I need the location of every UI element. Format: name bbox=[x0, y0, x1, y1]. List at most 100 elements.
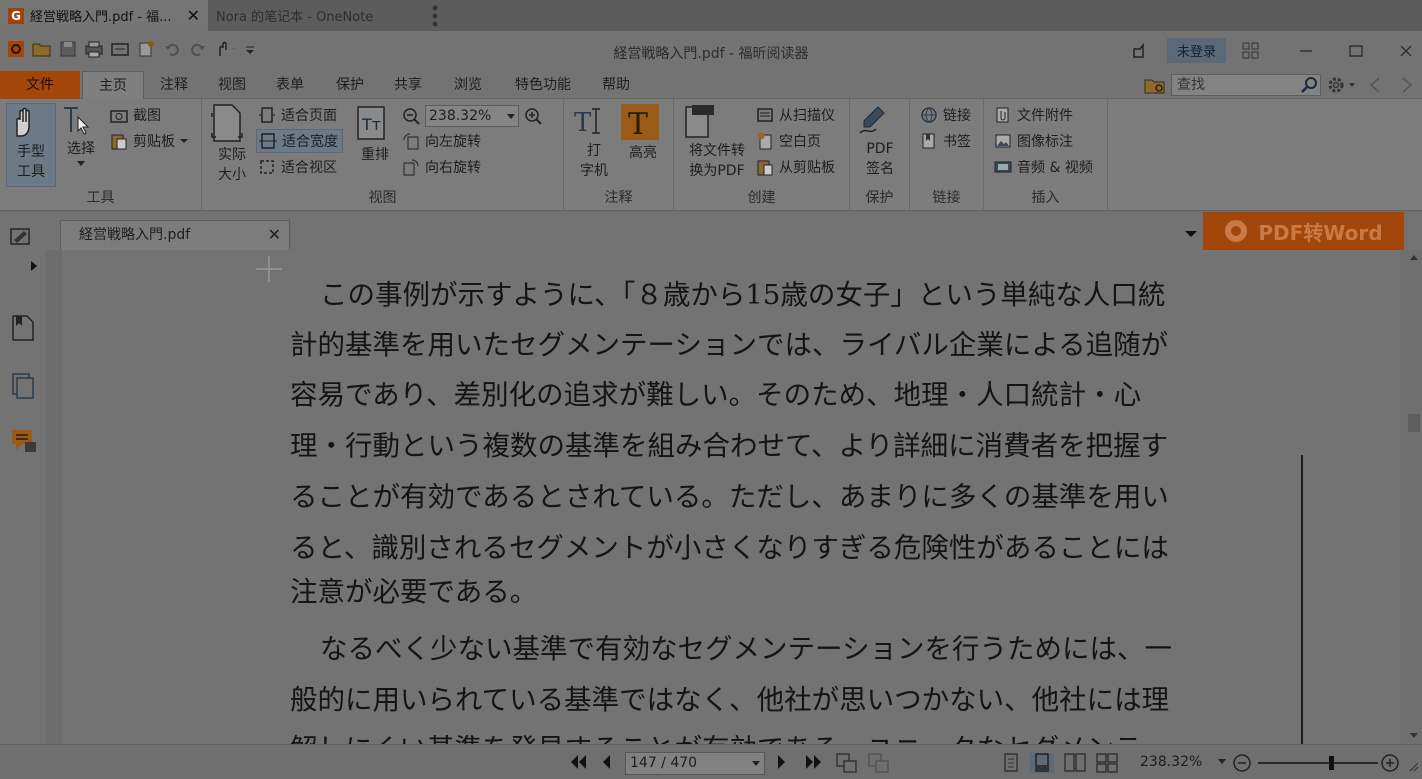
search-input[interactable]: 查找 bbox=[1171, 74, 1321, 96]
fit-width-button[interactable]: 适合宽度 bbox=[256, 129, 343, 153]
reflow-label: 重排 bbox=[361, 147, 389, 163]
rotate-left-label: 向左旋转 bbox=[425, 134, 481, 150]
zoom-slider[interactable] bbox=[1258, 756, 1378, 770]
document-viewport[interactable]: この事例が示すように、「８歳から15歳の女子」という単純な人口統 計的基準を用い… bbox=[62, 250, 1404, 744]
menu-form[interactable]: 表单 bbox=[266, 71, 314, 99]
blank-page-button[interactable]: 空白页 bbox=[756, 129, 821, 153]
file-attachment-button[interactable]: 文件附件 bbox=[994, 103, 1073, 127]
menu-home[interactable]: 主页 bbox=[82, 71, 144, 99]
menu-help[interactable]: 帮助 bbox=[592, 71, 640, 99]
screenshot-button[interactable]: 截图 bbox=[110, 103, 161, 127]
bookmark-button[interactable]: 书签 bbox=[920, 129, 971, 153]
search-icon[interactable] bbox=[1300, 76, 1318, 94]
bookmarks-panel-icon[interactable] bbox=[11, 314, 35, 342]
ribbon-group-view: 实际 大小 适合页面 适合宽度 适合视区 Tт 重排 238.32% 向左旋转 bbox=[202, 99, 564, 211]
ribbon-group-insert: 文件附件 图像标注 音频 & 视频 插入 bbox=[984, 99, 1108, 211]
zoom-in-icon[interactable] bbox=[524, 107, 542, 125]
continuous-view-icon[interactable] bbox=[1030, 753, 1054, 773]
single-page-view-icon[interactable] bbox=[1002, 753, 1020, 773]
zoom-slider-knob[interactable] bbox=[1329, 756, 1335, 770]
menu-browse[interactable]: 浏览 bbox=[444, 71, 492, 99]
more-vertical-icon[interactable] bbox=[420, 0, 450, 31]
menu-file[interactable]: 文件 bbox=[0, 71, 80, 99]
menu-view[interactable]: 视图 bbox=[208, 71, 256, 99]
typewriter-button[interactable]: T 打 字机 bbox=[572, 103, 616, 181]
reflow-button[interactable]: Tт 重排 bbox=[354, 103, 396, 165]
convert-to-pdf-button[interactable]: 将文件转 换为PDF bbox=[682, 103, 752, 181]
document-tab[interactable]: 経営戦略入門.pdf ✕ bbox=[60, 220, 290, 250]
prev-page-icon[interactable] bbox=[600, 753, 612, 771]
facing-view-icon[interactable] bbox=[1064, 753, 1086, 773]
fit-page-button[interactable]: 适合页面 bbox=[258, 103, 337, 127]
scrollbar-thumb[interactable] bbox=[1408, 414, 1420, 432]
scroll-up-icon[interactable] bbox=[1409, 253, 1419, 261]
scroll-down-icon[interactable] bbox=[1409, 732, 1419, 740]
chevron-down-icon[interactable] bbox=[1218, 759, 1226, 765]
from-clipboard-label: 从剪贴板 bbox=[779, 160, 835, 176]
pdf-sign-button[interactable]: PDF 签名 bbox=[856, 103, 904, 179]
audio-video-button[interactable]: 音频 & 视频 bbox=[994, 155, 1093, 179]
select-button[interactable]: 选择 bbox=[60, 103, 102, 169]
continuous-facing-view-icon[interactable] bbox=[1096, 753, 1118, 773]
close-icon[interactable]: ✕ bbox=[268, 221, 281, 249]
share-icon[interactable] bbox=[1131, 42, 1151, 60]
next-view-icon[interactable] bbox=[868, 753, 890, 773]
image-annotation-label: 图像标注 bbox=[1017, 134, 1073, 150]
os-tab-onenote[interactable]: Nora 的笔记本 - OneNote bbox=[208, 0, 420, 31]
menu-protect[interactable]: 保护 bbox=[326, 71, 374, 99]
tab-dropdown-icon[interactable] bbox=[1184, 230, 1198, 238]
zoom-level: 238.32% bbox=[1140, 754, 1203, 770]
zoom-select[interactable]: 238.32% bbox=[425, 105, 519, 127]
hand-tool-button[interactable]: 手型 工具 bbox=[6, 103, 56, 187]
menu-features[interactable]: 特色功能 bbox=[504, 71, 582, 99]
group-label-create: 创建 bbox=[747, 190, 776, 206]
from-clipboard-button[interactable]: 从剪贴板 bbox=[756, 155, 835, 179]
vertical-scrollbar[interactable] bbox=[1406, 250, 1422, 744]
pages-panel-icon[interactable] bbox=[11, 372, 35, 400]
fit-visible-button[interactable]: 适合视区 bbox=[258, 155, 337, 179]
next-page-icon[interactable] bbox=[776, 753, 788, 771]
comments-panel-icon[interactable] bbox=[11, 428, 37, 454]
os-tab-foxit[interactable]: G 経営戦略入門.pdf - 福... ✕ bbox=[0, 0, 208, 31]
page-rule-line bbox=[1301, 455, 1303, 744]
search-folder-icon[interactable] bbox=[1144, 74, 1166, 96]
zoom-out-icon[interactable] bbox=[1232, 753, 1252, 773]
pdf-to-word-button[interactable]: PDF转Word bbox=[1203, 212, 1404, 250]
actual-size-button[interactable]: 实际 大小 bbox=[210, 103, 254, 185]
select-text-icon bbox=[60, 103, 102, 137]
group-label-protect: 保护 bbox=[865, 190, 894, 206]
zoom-out-icon[interactable] bbox=[402, 107, 420, 125]
foxit-app-icon: G bbox=[8, 7, 24, 24]
last-page-icon[interactable] bbox=[804, 753, 824, 771]
next-result-icon[interactable] bbox=[1400, 76, 1414, 94]
search-placeholder: 查找 bbox=[1177, 77, 1205, 93]
gear-icon[interactable] bbox=[1327, 75, 1357, 95]
first-page-icon[interactable] bbox=[568, 753, 588, 771]
prev-result-icon[interactable] bbox=[1368, 76, 1382, 94]
previous-view-icon[interactable] bbox=[836, 753, 858, 773]
page-number-input[interactable]: 147 / 470 bbox=[625, 752, 765, 775]
login-button[interactable]: 未登录 bbox=[1166, 38, 1226, 63]
image-annotation-button[interactable]: 图像标注 bbox=[994, 129, 1073, 153]
rotate-right-button[interactable]: 向右旋转 bbox=[402, 155, 481, 179]
text-line: なるべく少ない基準で有効なセグメンテーションを行うためには、一 bbox=[320, 633, 1172, 665]
close-window-icon[interactable] bbox=[1398, 43, 1414, 59]
minimize-icon[interactable] bbox=[1298, 43, 1314, 59]
maximize-icon[interactable] bbox=[1348, 43, 1364, 59]
clipboard-button[interactable]: 剪贴板 bbox=[110, 129, 188, 153]
close-icon[interactable]: ✕ bbox=[187, 6, 200, 25]
tab-list-icon[interactable] bbox=[10, 226, 32, 246]
zoom-in-icon[interactable] bbox=[1380, 753, 1400, 773]
link-button[interactable]: 链接 bbox=[920, 103, 971, 127]
group-label-tools: 工具 bbox=[86, 190, 115, 206]
expand-panel-icon[interactable] bbox=[30, 260, 38, 272]
rotate-left-button[interactable]: 向左旋转 bbox=[402, 129, 481, 153]
highlight-button[interactable]: T 高亮 bbox=[620, 103, 666, 163]
menu-comment[interactable]: 注释 bbox=[150, 71, 198, 99]
chevron-down-icon bbox=[752, 761, 760, 767]
from-scanner-button[interactable]: 从扫描仪 bbox=[756, 103, 835, 127]
fit-width-icon bbox=[259, 132, 277, 150]
panel-splitter[interactable] bbox=[46, 250, 62, 744]
app-grid-icon[interactable] bbox=[1242, 42, 1260, 60]
menu-share[interactable]: 共享 bbox=[384, 71, 432, 99]
